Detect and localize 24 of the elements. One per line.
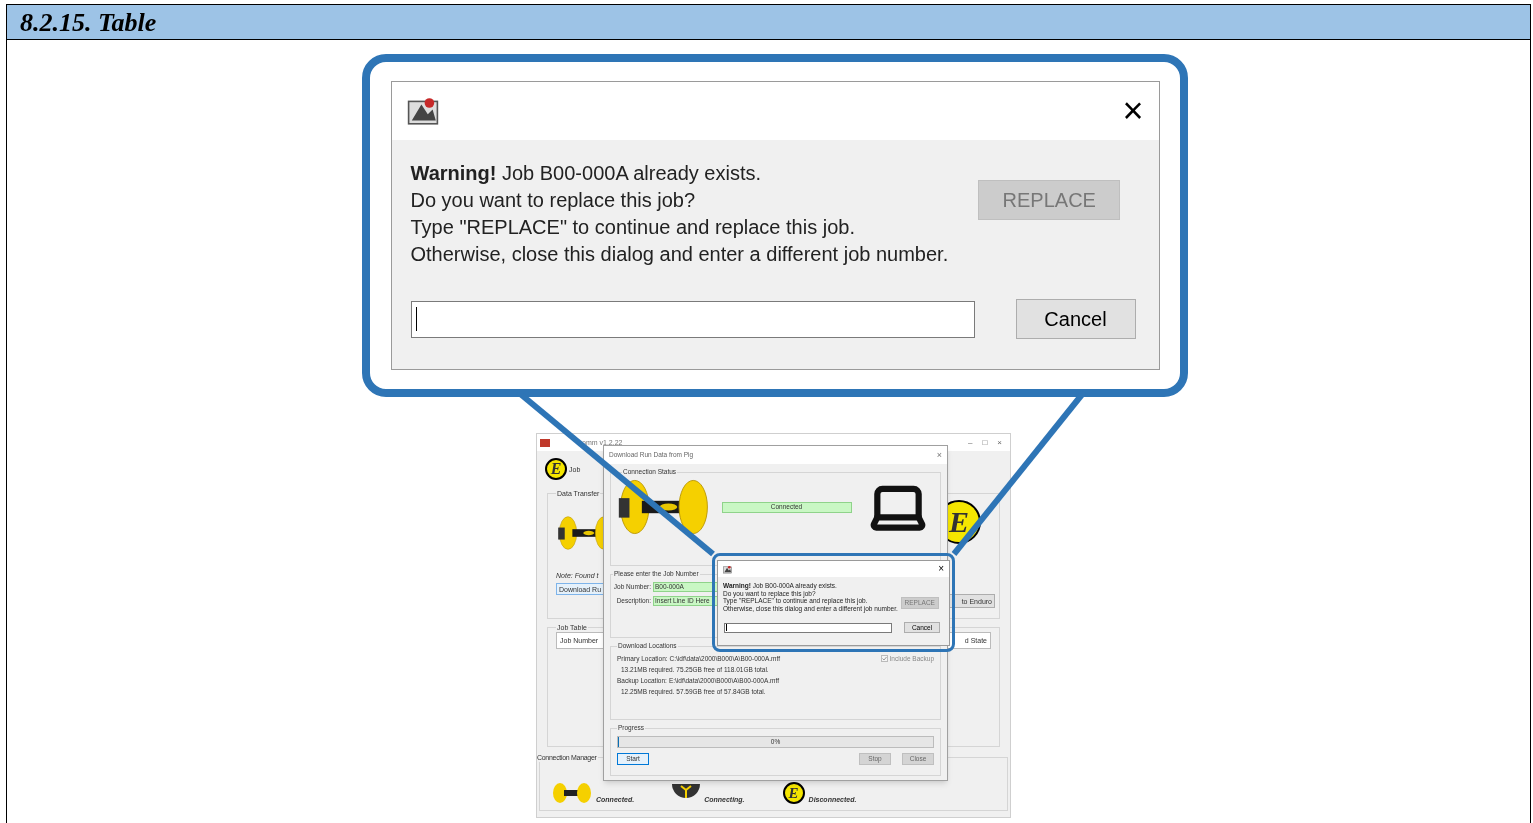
window-control[interactable]: □ <box>977 438 993 447</box>
message-line: Otherwise, close this dialog and enter a different job number. <box>410 242 949 267</box>
close-button[interactable]: × <box>1122 93 1144 129</box>
cancel-button[interactable]: Cancel <box>1015 299 1136 339</box>
input-field[interactable] <box>724 622 892 633</box>
window-control[interactable]: × <box>992 438 1007 447</box>
text-cursor <box>415 307 417 331</box>
message-line: Warning! Job B00-000A already exists. <box>410 161 763 186</box>
app-icon <box>406 95 439 127</box>
close-button[interactable]: × <box>936 451 942 459</box>
logo-letter: E <box>550 461 562 477</box>
text-cursor <box>726 624 727 631</box>
section-heading: 8.2.15. Table <box>20 6 157 39</box>
message-line: Do you want to replace this job? <box>410 188 697 213</box>
logo-letter: E <box>788 785 799 801</box>
check-icon <box>881 656 887 661</box>
window-control[interactable]: – <box>963 438 978 447</box>
message-line: Type "REPLACE" to continue and replace this job. <box>410 215 856 240</box>
input-field[interactable] <box>410 300 975 338</box>
app-icon <box>540 438 550 447</box>
pig-icon <box>552 782 592 804</box>
app-icon <box>723 564 732 574</box>
close-button[interactable]: × <box>938 564 944 574</box>
logo-letter: E <box>949 507 969 537</box>
